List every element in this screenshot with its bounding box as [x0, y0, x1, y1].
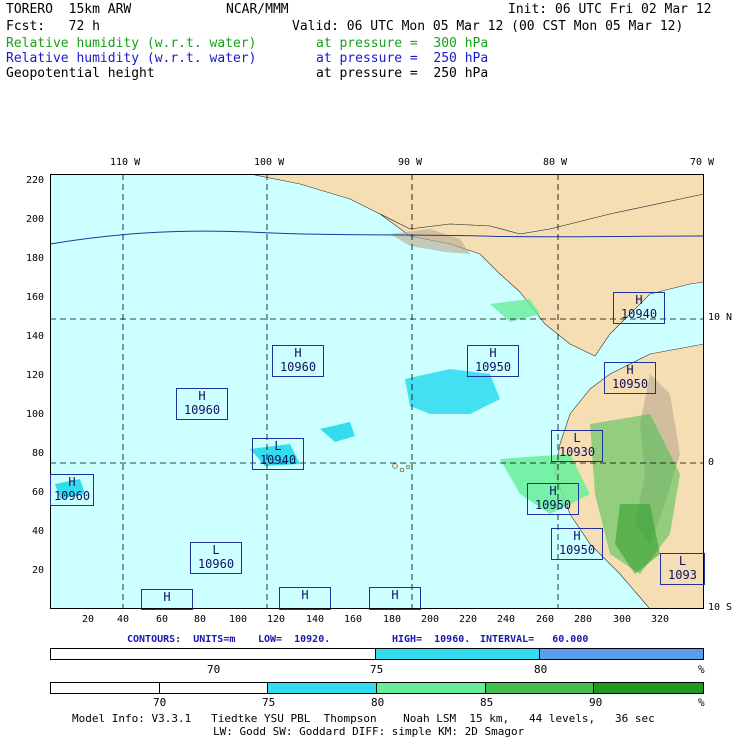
lon-label-100w: 100 W	[254, 157, 285, 168]
model-title: TORERO 15km ARW	[6, 2, 132, 17]
center-label: NCAR/MMM	[226, 2, 289, 17]
colorbar-segment	[51, 683, 160, 693]
colorbar-segment	[377, 683, 486, 693]
colorbar-segment	[539, 649, 703, 659]
pressure-center-high: H 10950	[604, 362, 656, 394]
colorbar-label: 75	[370, 663, 384, 676]
pressure-center-high: H	[369, 587, 421, 610]
lat-label-0: 0	[708, 457, 715, 468]
colorbar-label: 70	[153, 696, 167, 709]
pressure-center-low: L 1093	[660, 553, 705, 585]
x-tick: 60	[156, 614, 169, 625]
x-tick: 320	[651, 614, 670, 625]
x-tick: 200	[421, 614, 440, 625]
pressure-center-low: L 10930	[551, 430, 603, 462]
pressure-center-high: H 10950	[551, 528, 603, 560]
field-3-name: Geopotential height	[6, 66, 155, 81]
x-tick: 120	[267, 614, 286, 625]
colorbar-segment	[159, 683, 269, 693]
colorbar-segment	[268, 683, 378, 693]
y-tick: 40	[32, 526, 45, 537]
galapagos-island	[405, 464, 411, 470]
contour-high: HIGH= 10960.	[392, 634, 471, 645]
y-tick: 200	[26, 214, 45, 225]
colorbar-segment	[376, 649, 540, 659]
field-1-name: Relative humidity (w.r.t. water)	[6, 36, 257, 51]
colorbar-label: %	[698, 696, 705, 709]
x-tick: 240	[497, 614, 516, 625]
x-tick: 180	[383, 614, 402, 625]
model-info-line-2: LW: Godd SW: Goddard DIFF: simple KM: 2D…	[213, 725, 525, 738]
y-tick: 100	[26, 409, 45, 420]
x-tick: 160	[344, 614, 363, 625]
pressure-center-high: H 10960	[50, 474, 94, 506]
pressure-center-high: H 10960	[176, 388, 228, 420]
contour-low: LOW= 10920.	[258, 634, 331, 645]
pressure-center-low: L 10940	[252, 438, 304, 470]
x-tick: 100	[229, 614, 248, 625]
x-tick: 140	[306, 614, 325, 625]
colorbar-segment	[594, 683, 704, 693]
lon-label-110w: 110 W	[110, 157, 141, 168]
x-tick: 300	[613, 614, 632, 625]
y-tick: 80	[32, 448, 45, 459]
colorbar-label: 80	[371, 696, 385, 709]
colorbar-rh-300	[50, 682, 704, 694]
y-tick: 140	[26, 331, 45, 342]
lon-label-80w: 80 W	[543, 157, 568, 168]
field-2-level: at pressure = 250 hPa	[316, 51, 489, 66]
x-tick: 40	[117, 614, 130, 625]
colorbar-label: 90	[589, 696, 603, 709]
pressure-center-high: H	[141, 589, 193, 610]
field-1-level: at pressure = 300 hPa	[316, 36, 489, 51]
lon-label-90w: 90 W	[398, 157, 423, 168]
y-tick: 20	[32, 565, 45, 576]
y-tick: 120	[26, 370, 45, 381]
y-tick: 180	[26, 253, 45, 264]
lat-label-10n: 10 N	[708, 312, 733, 323]
x-tick: 260	[536, 614, 555, 625]
valid-time: Valid: 06 UTC Mon 05 Mar 12 (00 CST Mon …	[292, 19, 684, 34]
y-tick: 160	[26, 292, 45, 303]
forecast-hour: Fcst: 72 h	[6, 19, 100, 34]
colorbar-label: 85	[480, 696, 494, 709]
lat-label-10s: 10 S	[708, 602, 733, 613]
x-tick: 20	[82, 614, 95, 625]
field-3-level: at pressure = 250 hPa	[316, 66, 489, 81]
lon-label-70w: 70 W	[690, 157, 715, 168]
pressure-center-low: L 10960	[190, 542, 242, 574]
galapagos-island	[392, 463, 398, 469]
y-tick: 60	[32, 487, 45, 498]
pressure-center-high: H 10950	[467, 345, 519, 377]
pressure-center-high: H	[279, 587, 331, 610]
x-tick: 220	[459, 614, 478, 625]
colorbar-segment	[485, 683, 595, 693]
contour-interval: INTERVAL= 60.000	[480, 634, 589, 645]
colorbar-rh-250	[50, 648, 704, 660]
init-time: Init: 06 UTC Fri 02 Mar 12	[508, 2, 712, 17]
colorbar-label: 75	[262, 696, 276, 709]
field-2-name: Relative humidity (w.r.t. water)	[6, 51, 257, 66]
colorbar-label: 80	[534, 663, 548, 676]
pressure-center-high: H 10960	[272, 345, 324, 377]
colorbar-label: %	[698, 663, 705, 676]
pressure-center-high: H 10950	[527, 483, 579, 515]
model-info-line-1: Model Info: V3.3.1 Tiedtke YSU PBL Thomp…	[72, 712, 655, 725]
galapagos-island	[399, 467, 405, 473]
y-tick: 220	[26, 175, 45, 186]
pressure-center-high: H 10940	[613, 292, 665, 324]
x-tick: 80	[194, 614, 207, 625]
colorbar-segment	[51, 649, 376, 659]
colorbar-label: 70	[207, 663, 221, 676]
x-tick: 280	[574, 614, 593, 625]
contour-units: CONTOURS: UNITS=m	[127, 634, 236, 645]
